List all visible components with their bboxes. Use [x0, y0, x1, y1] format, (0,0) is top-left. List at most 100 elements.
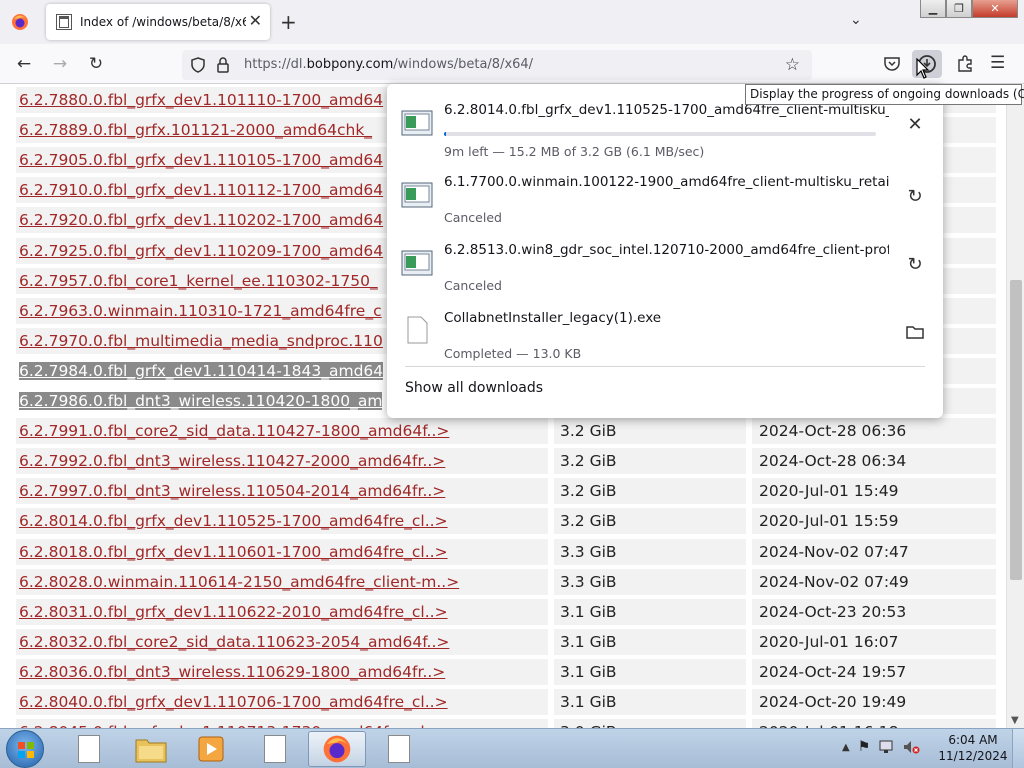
minimize-button[interactable]: ▁ [920, 0, 946, 18]
file-link[interactable]: 6.2.7963.0.winmain.110310-1721_amd64fre_… [19, 302, 382, 320]
file-size-cell: 3.1 GiB [554, 598, 746, 625]
taskbar-item-firefox[interactable] [308, 731, 366, 767]
start-button[interactable] [6, 730, 44, 768]
file-name-cell: 6.2.7997.0.fbl_dnt3_wireless.110504-2014… [16, 478, 548, 505]
file-link[interactable]: 6.2.7905.0.fbl_grfx_dev1.110105-1700_amd… [19, 151, 383, 169]
show-desktop-button[interactable] [1012, 729, 1024, 768]
media-player-icon [198, 736, 224, 762]
file-size-cell: 3.2 GiB [554, 508, 746, 535]
taskbar-item-media-player[interactable] [182, 731, 240, 767]
downloads-panel: 6.2.8014.0.fbl_grfx_dev1.110525-1700_amd… [387, 84, 943, 418]
url-text: https://dl.bobpony.com/windows/beta/8/x6… [244, 57, 533, 72]
taskbar: ▲ ⚑ 6:04 AM 11/12/2024 [0, 728, 1024, 768]
lock-icon[interactable] [216, 57, 230, 73]
file-size-cell: 3.1 GiB [554, 689, 746, 715]
reload-icon[interactable]: ↻ [84, 52, 108, 76]
file-link[interactable]: 6.2.7957.0.fbl_core1_kernel_ee.110302-17… [19, 272, 378, 290]
tab-active[interactable]: Index of /windows/beta/8/x64/ ✕ [46, 4, 270, 40]
document-icon [78, 735, 100, 763]
tab-close-icon[interactable]: ✕ [249, 13, 262, 29]
volume-muted-icon[interactable] [902, 739, 920, 755]
file-link[interactable]: 6.2.7997.0.fbl_dnt3_wireless.110504-2014… [19, 482, 445, 500]
restore-button[interactable]: ❐ [946, 0, 972, 18]
firefox-view-button[interactable] [8, 10, 32, 34]
file-size-cell: 3.2 GiB [554, 478, 746, 505]
download-item[interactable]: 6.1.7700.0.winmain.100122-1900_amd64fre_… [387, 166, 943, 232]
file-size-cell: 3.3 GiB [554, 568, 746, 595]
file-link[interactable]: 6.2.7991.0.fbl_core2_sid_data.110427-180… [19, 422, 449, 440]
table-row: 6.2.8014.0.fbl_grfx_dev1.110525-1700_amd… [16, 508, 996, 538]
file-link[interactable]: 6.2.8032.0.fbl_core2_sid_data.110623-205… [19, 633, 449, 651]
file-link[interactable]: 6.2.7880.0.fbl_grfx_dev1.101110-1700_amd… [19, 91, 383, 109]
file-date-cell: 2020-Jul-01 16:18 [752, 719, 996, 728]
show-all-downloads-link[interactable]: Show all downloads [405, 380, 543, 396]
file-date-cell: 2024-Oct-28 06:36 [752, 418, 996, 445]
back-arrow-icon[interactable]: ← [12, 52, 36, 76]
file-link[interactable]: 6.2.7984.0.fbl_grfx_dev1.110414-1843_amd… [19, 361, 384, 380]
file-link[interactable]: 6.2.8014.0.fbl_grfx_dev1.110525-1700_amd… [19, 512, 448, 530]
table-row: 6.2.7991.0.fbl_core2_sid_data.110427-180… [16, 418, 996, 448]
close-window-button[interactable]: ✕ [972, 0, 1018, 18]
new-tab-plus-icon[interactable]: + [280, 12, 297, 32]
taskbar-item-document[interactable] [60, 731, 118, 767]
tab-title: Index of /windows/beta/8/x64/ [80, 15, 246, 29]
extensions-puzzle-icon[interactable] [956, 55, 974, 73]
bookmark-star-icon[interactable]: ☆ [785, 55, 800, 75]
file-link[interactable]: 6.2.7970.0.fbl_multimedia_media_sndproc.… [19, 332, 383, 350]
table-row: 6.2.8040.0.fbl_grfx_dev1.110706-1700_amd… [16, 689, 996, 719]
network-icon[interactable] [878, 739, 894, 755]
pocket-icon[interactable] [884, 57, 900, 71]
download-item[interactable]: CollabnetInstaller_legacy(1).exe Complet… [387, 302, 943, 368]
file-date-cell: 2024-Oct-24 19:57 [752, 658, 996, 685]
tab-strip: Index of /windows/beta/8/x64/ ✕ + ⌄ ▁ ❐ … [0, 0, 1024, 44]
action-center-flag-icon[interactable]: ⚑ [858, 739, 871, 755]
download-item[interactable]: 6.2.8513.0.win8_gdr_soc_intel.120710-200… [387, 234, 943, 300]
taskbar-item-document-2[interactable] [246, 731, 304, 767]
file-date-cell: 2024-Oct-28 06:34 [752, 448, 996, 475]
table-row: 6.2.8018.0.fbl_grfx_dev1.110601-1700_amd… [16, 538, 996, 569]
taskbar-item-explorer[interactable] [122, 731, 180, 767]
file-link[interactable]: 6.2.8040.0.fbl_grfx_dev1.110706-1700_amd… [19, 693, 448, 711]
tracking-shield-icon[interactable] [190, 57, 206, 73]
file-link[interactable]: 6.2.7920.0.fbl_grfx_dev1.110202-1700_amd… [19, 211, 383, 229]
show-hidden-icons-icon[interactable]: ▲ [842, 742, 850, 753]
file-date-cell: 2024-Nov-02 07:47 [752, 538, 996, 565]
scrollbar-thumb[interactable] [1010, 280, 1022, 580]
file-size-cell: 3.1 GiB [554, 628, 746, 655]
file-name-cell: 6.2.8014.0.fbl_grfx_dev1.110525-1700_amd… [16, 508, 548, 535]
file-name-cell: 6.2.8045.0.fbl_grfx_dev1.110713-1730_amd… [16, 719, 548, 728]
document-icon [264, 735, 286, 763]
file-size-cell: 3.1 GiB [554, 658, 746, 685]
window-controls: ▁ ❐ ✕ [920, 0, 1018, 18]
file-size-cell: 3.3 GiB [554, 538, 746, 565]
vertical-scrollbar[interactable]: ▲ ▼ [1006, 85, 1024, 728]
app-menu-hamburger-icon[interactable]: ☰ [990, 53, 1005, 73]
retry-icon[interactable]: ↻ [905, 186, 925, 207]
file-size-cell: 3.2 GiB [554, 448, 746, 475]
table-row: 6.2.8032.0.fbl_core2_sid_data.110623-205… [16, 628, 996, 659]
file-link[interactable]: 6.2.8028.0.winmain.110614-2150_amd64fre_… [19, 573, 459, 591]
forward-arrow-icon[interactable]: → [48, 52, 72, 76]
download-filename: 6.2.8513.0.win8_gdr_soc_intel.120710-200… [444, 242, 889, 258]
download-status: 9m left — 15.2 MB of 3.2 GB (6.1 MB/sec) [444, 144, 705, 159]
firefox-icon [12, 14, 28, 30]
file-link[interactable]: 6.2.7925.0.fbl_grfx_dev1.110209-1700_amd… [19, 242, 383, 260]
file-link[interactable]: 6.2.7910.0.fbl_grfx_dev1.110112-1700_amd… [19, 181, 383, 199]
retry-icon[interactable]: ↻ [905, 254, 925, 275]
scroll-down-arrow-icon[interactable]: ▼ [1011, 715, 1019, 726]
file-link[interactable]: 6.2.7889.0.fbl_grfx.101121-2000_amd64chk… [19, 121, 372, 139]
file-link[interactable]: 6.2.7992.0.fbl_dnt3_wireless.110427-2000… [19, 452, 445, 470]
file-link[interactable]: 6.2.8018.0.fbl_grfx_dev1.110601-1700_amd… [19, 543, 448, 561]
clock-time: 6:04 AM [948, 733, 998, 747]
download-status: Canceled [444, 210, 502, 225]
file-link[interactable]: 6.2.8031.0.fbl_grfx_dev1.110622-2010_amd… [19, 603, 448, 621]
folder-icon[interactable] [905, 322, 925, 342]
list-all-tabs-chevron-icon[interactable]: ⌄ [850, 12, 862, 28]
address-bar[interactable]: https://dl.bobpony.com/windows/beta/8/x6… [182, 50, 812, 80]
system-clock[interactable]: 6:04 AM 11/12/2024 [938, 732, 1008, 764]
file-link[interactable]: 6.2.8036.0.fbl_dnt3_wireless.110629-1800… [19, 663, 445, 681]
system-tray: ▲ ⚑ [842, 739, 920, 755]
file-link[interactable]: 6.2.7986.0.fbl_dnt3_wireless.110420-1800… [19, 392, 383, 410]
taskbar-item-document-3[interactable] [370, 731, 428, 767]
cancel-icon[interactable]: ✕ [905, 114, 925, 135]
